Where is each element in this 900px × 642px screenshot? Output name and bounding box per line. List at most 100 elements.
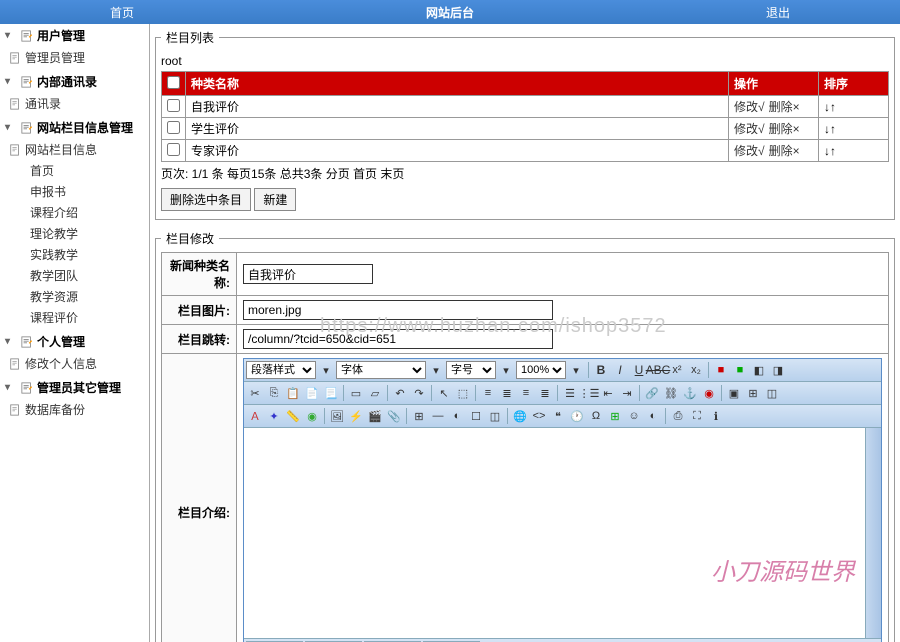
excel-icon[interactable]: ⊞ — [606, 407, 624, 425]
align-right-icon[interactable]: ≡ — [517, 384, 535, 402]
row-checkbox[interactable] — [167, 121, 180, 134]
time-icon[interactable]: 🕐 — [568, 407, 586, 425]
pointer-icon[interactable]: ↖ — [435, 384, 453, 402]
sidebar-subitem[interactable]: 实践教学 — [0, 244, 149, 265]
hr-icon[interactable]: — — [429, 407, 447, 425]
sidebar-item[interactable]: 修改个人信息 — [0, 353, 149, 374]
dropdown-icon[interactable]: ▾ — [317, 361, 335, 379]
img-input[interactable] — [243, 300, 553, 320]
paste-icon[interactable]: 📋 — [284, 384, 302, 402]
file-icon[interactable]: 📎 — [385, 407, 403, 425]
paste-word-icon[interactable]: 📄 — [303, 384, 321, 402]
edit-link[interactable]: 修改√ — [734, 144, 765, 158]
web-icon[interactable]: 🌐 — [511, 407, 529, 425]
link-icon[interactable]: 🔗 — [643, 384, 661, 402]
dropdown-icon[interactable]: ▾ — [427, 361, 445, 379]
row-checkbox[interactable] — [167, 99, 180, 112]
ruler-icon[interactable]: 📏 — [284, 407, 302, 425]
select-rect-icon[interactable]: ▭ — [347, 384, 365, 402]
edit-link[interactable]: 修改√ — [734, 100, 765, 114]
sort-arrows[interactable]: ↓↑ — [824, 122, 836, 136]
border-icon[interactable]: ▣ — [725, 384, 743, 402]
palette-icon[interactable]: ◧ — [750, 361, 768, 379]
size-select[interactable]: 字号 — [446, 361, 496, 379]
sidebar-subitem[interactable]: 理论教学 — [0, 223, 149, 244]
sidebar-group-header[interactable]: ▾管理员其它管理 — [0, 376, 149, 399]
dropdown-icon[interactable]: ▾ — [497, 361, 515, 379]
root-label[interactable]: root — [161, 51, 889, 71]
clear-icon[interactable]: ◨ — [769, 361, 787, 379]
table-icon[interactable]: ⊞ — [410, 407, 428, 425]
preview-icon[interactable]: ◉ — [303, 407, 321, 425]
sidebar-item[interactable]: 数据库备份 — [0, 399, 149, 420]
unlink-icon[interactable]: ⛓ — [662, 384, 680, 402]
superscript-icon[interactable]: x² — [668, 361, 686, 379]
sort-arrows[interactable]: ↓↑ — [824, 100, 836, 114]
ul-icon[interactable]: ⋮☰ — [580, 384, 598, 402]
bgcolor-icon[interactable]: ■ — [731, 361, 749, 379]
indent-icon[interactable]: ⇥ — [618, 384, 636, 402]
strike-icon[interactable]: ABC — [649, 361, 667, 379]
zoom-select[interactable]: 100% — [516, 361, 566, 379]
sort-arrows[interactable]: ↓↑ — [824, 144, 836, 158]
align-left-icon[interactable]: ≡ — [479, 384, 497, 402]
nav-home[interactable]: 首页 — [90, 4, 154, 21]
outdent-icon[interactable]: ⇤ — [599, 384, 617, 402]
jump-input[interactable] — [243, 329, 553, 349]
ol-icon[interactable]: ☰ — [561, 384, 579, 402]
sidebar-subitem[interactable]: 教学资源 — [0, 286, 149, 307]
sidebar-item[interactable]: 管理员管理 — [0, 47, 149, 68]
delete-selected-button[interactable]: 删除选中条目 — [161, 188, 251, 211]
help-icon[interactable]: ℹ — [707, 407, 725, 425]
sidebar-subitem[interactable]: 教学团队 — [0, 265, 149, 286]
row-checkbox[interactable] — [167, 143, 180, 156]
editor-content[interactable] — [244, 428, 865, 638]
quote-icon[interactable]: ❝ — [549, 407, 567, 425]
sidebar-group-header[interactable]: ▾个人管理 — [0, 330, 149, 353]
cut-icon[interactable]: ✂ — [246, 384, 264, 402]
delete-link[interactable]: 删除× — [769, 122, 800, 136]
sidebar-subitem[interactable]: 课程评价 — [0, 307, 149, 328]
color-icon[interactable]: ■ — [712, 361, 730, 379]
sidebar-group-header[interactable]: ▾网站栏目信息管理 — [0, 116, 149, 139]
sidebar-group-header[interactable]: ▾内部通讯录 — [0, 70, 149, 93]
flash-icon[interactable]: ⚡ — [347, 407, 365, 425]
fullscreen-icon[interactable]: ⛶ — [688, 407, 706, 425]
delete-link[interactable]: 删除× — [769, 144, 800, 158]
new-button[interactable]: 新建 — [254, 188, 296, 211]
map-icon[interactable]: ◉ — [700, 384, 718, 402]
nav-exit[interactable]: 退出 — [746, 4, 810, 21]
paste-text-icon[interactable]: 📃 — [322, 384, 340, 402]
font-select[interactable]: 字体 — [336, 361, 426, 379]
edit-link[interactable]: 修改√ — [734, 122, 765, 136]
select-all-icon[interactable]: ⬚ — [454, 384, 472, 402]
grid-icon[interactable]: ⊞ — [744, 384, 762, 402]
media-icon[interactable]: 🎬 — [366, 407, 384, 425]
art-icon[interactable]: ◐ — [644, 407, 662, 425]
anchor-icon[interactable]: ⚓ — [681, 384, 699, 402]
emotion-icon[interactable]: ☺ — [625, 407, 643, 425]
copy-icon[interactable]: ⎘ — [265, 384, 283, 402]
style-select[interactable]: 段落样式 — [246, 361, 316, 379]
print-icon[interactable]: ⎙ — [669, 407, 687, 425]
spell-icon[interactable]: Ａ — [246, 407, 264, 425]
sidebar-item[interactable]: 通讯录 — [0, 93, 149, 114]
frame-icon[interactable]: ◫ — [763, 384, 781, 402]
dropdown-icon[interactable]: ▾ — [567, 361, 585, 379]
bold-icon[interactable]: B — [592, 361, 610, 379]
sidebar-subitem[interactable]: 课程介绍 — [0, 202, 149, 223]
code-icon[interactable]: <> — [530, 407, 548, 425]
sidebar-group-header[interactable]: ▾用户管理 — [0, 24, 149, 47]
align-center-icon[interactable]: ≣ — [498, 384, 516, 402]
marquee-icon[interactable]: ◐ — [448, 407, 466, 425]
select-all-checkbox[interactable] — [167, 76, 180, 89]
editor-scrollbar[interactable] — [865, 428, 881, 638]
layer-icon[interactable]: ▱ — [366, 384, 384, 402]
char-icon[interactable]: ✦ — [265, 407, 283, 425]
sidebar-item[interactable]: 网站栏目信息 — [0, 139, 149, 160]
name-input[interactable] — [243, 264, 373, 284]
image-icon[interactable]: 🖼 — [328, 407, 346, 425]
subscript-icon[interactable]: x₂ — [687, 361, 705, 379]
delete-link[interactable]: 删除× — [769, 100, 800, 114]
italic-icon[interactable]: I — [611, 361, 629, 379]
